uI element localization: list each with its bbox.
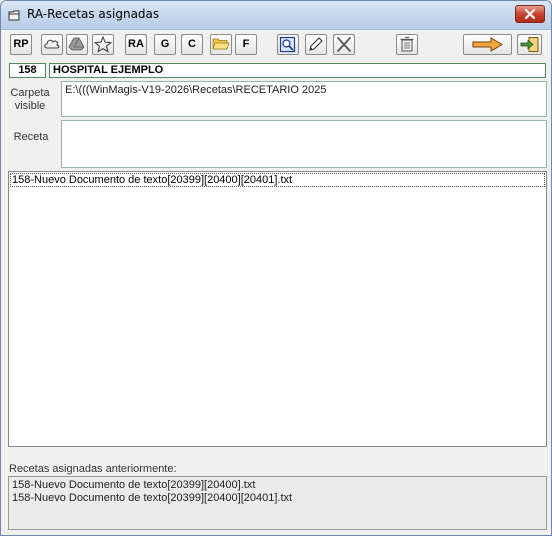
folder-label-line1: Carpeta — [10, 87, 50, 99]
window: RA-Recetas asignadas RP RA G C F 158 HOS… — [0, 0, 552, 536]
cloud-button[interactable] — [41, 34, 63, 55]
folder-open-icon — [212, 38, 230, 50]
window-icon — [8, 10, 20, 21]
exit-door-icon — [520, 37, 538, 52]
title-bar: RA-Recetas asignadas — [1, 1, 551, 30]
cloud-icon — [44, 39, 60, 49]
folder-label: Carpeta visible — [7, 87, 53, 113]
recipe-field[interactable] — [61, 120, 547, 168]
folder-field[interactable]: E:\(((WinMagis-V19-2026\Recetas\RECETARI… — [61, 81, 547, 117]
recipe-label: Receta — [13, 131, 49, 143]
record-code: 158 — [9, 63, 46, 78]
delete-button[interactable] — [396, 34, 418, 55]
list-item[interactable]: 158-Nuevo Documento de texto[20399][2040… — [10, 173, 545, 187]
edit-button[interactable] — [305, 34, 327, 55]
previous-recipes-label: Recetas asignadas anteriormente: — [9, 463, 177, 475]
open-folder-button[interactable] — [210, 34, 232, 55]
c-button[interactable]: C — [181, 34, 203, 55]
pencil-icon — [309, 37, 323, 51]
window-title: RA-Recetas asignadas — [27, 7, 160, 21]
favorite-button[interactable] — [92, 34, 114, 55]
drive-button[interactable] — [66, 34, 88, 55]
star-icon — [94, 36, 112, 53]
f-button[interactable]: F — [235, 34, 257, 55]
record-name: HOSPITAL EJEMPLO — [49, 63, 546, 78]
drive-icon — [68, 37, 85, 51]
x-icon — [337, 37, 351, 52]
previous-recipes-box: 158-Nuevo Documento de texto[20399][2040… — [8, 476, 547, 530]
exit-button[interactable] — [517, 34, 542, 55]
trash-icon — [400, 36, 414, 52]
rp-button[interactable]: RP — [10, 34, 32, 55]
ra-button[interactable]: RA — [125, 34, 147, 55]
folder-label-line2: visible — [14, 100, 46, 112]
arrow-right-icon — [472, 37, 503, 52]
g-button[interactable]: G — [154, 34, 176, 55]
list-item: 158-Nuevo Documento de texto[20399][2040… — [12, 492, 293, 504]
file-list[interactable]: 158-Nuevo Documento de texto[20399][2040… — [8, 171, 547, 447]
cancel-button[interactable] — [333, 34, 355, 55]
forward-button[interactable] — [463, 34, 512, 55]
window-content: RP RA G C F 158 HOSPITAL EJEMPLO Carpeta… — [5, 30, 547, 533]
search-button[interactable] — [277, 34, 299, 55]
list-item: 158-Nuevo Documento de texto[20399][2040… — [12, 479, 256, 491]
search-icon — [279, 36, 296, 53]
close-icon — [524, 9, 536, 19]
close-button[interactable] — [515, 5, 545, 23]
